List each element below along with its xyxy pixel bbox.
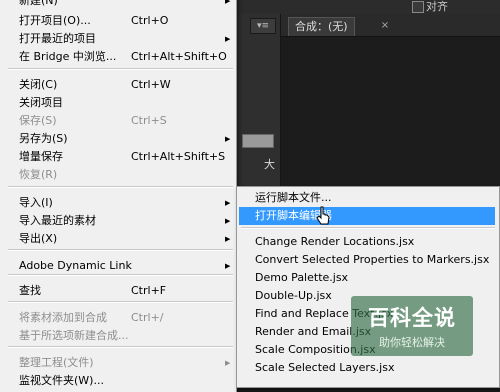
- panel-menu-button[interactable]: ▾≡: [250, 18, 276, 34]
- menu-item-label: 监视文件夹(W)...: [19, 374, 104, 387]
- submenu-arrow-icon: ▶: [225, 135, 231, 143]
- menu-item[interactable]: 将素材添加到合成 Ctrl+/: [0, 309, 236, 327]
- menu-item[interactable]: 恢复(R): [0, 166, 236, 184]
- scripts-submenu: 运行脚本文件... 打开脚本编辑器 Change Render Locations.…: [236, 186, 500, 388]
- submenu-item-label: Change Render Locations.jsx: [255, 235, 415, 248]
- submenu-arrow-icon: ▶: [225, 235, 231, 243]
- menu-item-label: 恢复(R): [19, 168, 58, 181]
- menu-item[interactable]: 关闭项目: [0, 94, 236, 112]
- menu-item[interactable]: 新建(N) ▶: [0, 0, 236, 10]
- tab-composition-label: 合成：(无): [295, 20, 348, 33]
- submenu-item-label: Convert Selected Properties to Markers.j…: [255, 253, 490, 266]
- menu-item[interactable]: 导入(I) ▶: [0, 194, 236, 212]
- menu-item[interactable]: 查找 Ctrl+F: [0, 282, 236, 300]
- menu-separator: [8, 186, 233, 188]
- submenu-arrow-icon: ▶: [225, 359, 231, 367]
- align-label: 对齐: [426, 0, 448, 13]
- submenu-item[interactable]: Change Render Locations.jsx: [237, 233, 499, 251]
- panel-label-char: 大: [264, 158, 275, 171]
- menu-item[interactable]: 导出(X) ▶: [0, 230, 236, 248]
- menu-item-shortcut: Ctrl+Alt+Shift+S: [131, 150, 226, 163]
- menu-item[interactable]: 另存为(S) ▶: [0, 130, 236, 148]
- menu-item-label: 保存(S): [19, 114, 57, 127]
- site-watermark: 百科全说 助你轻松解决: [351, 296, 473, 356]
- menu-item-label: 导入(I): [19, 196, 53, 209]
- menu-item-label: 将素材添加到合成: [19, 311, 107, 324]
- submenu-item[interactable]: Scale Selected Layers.jsx: [237, 359, 499, 377]
- menu-item[interactable]: 导入最近的素材 ▶: [0, 212, 236, 230]
- menu-item-label: 打开最近的项目: [19, 32, 96, 45]
- close-icon[interactable]: ×: [380, 21, 390, 31]
- submenu-arrow-icon: ▶: [225, 35, 231, 43]
- menu-item-label: 关闭项目: [19, 96, 63, 109]
- tools-toolbar: [236, 0, 500, 15]
- menu-item[interactable]: 打开项目(O)... Ctrl+O: [0, 12, 236, 30]
- menu-item-label: 整理工程(文件): [19, 356, 94, 369]
- panel-input-field[interactable]: [242, 134, 274, 148]
- menu-separator: [8, 274, 233, 276]
- menu-item[interactable]: 关闭(C) Ctrl+W: [0, 76, 236, 94]
- menu-item-shortcut: Ctrl+S: [131, 114, 167, 127]
- align-checkbox[interactable]: [412, 1, 424, 13]
- menu-item-shortcut: Ctrl+F: [131, 284, 167, 297]
- submenu-item[interactable]: Demo Palette.jsx: [237, 269, 499, 287]
- menu-item-label: 另存为(S): [19, 132, 68, 145]
- menu-item-label: 查找: [19, 284, 41, 297]
- menu-separator: [8, 249, 233, 251]
- menu-item-shortcut: Ctrl+O: [131, 14, 169, 27]
- menu-item-label: 关闭(C): [19, 78, 58, 91]
- menu-item-label: 在 Bridge 中浏览...: [19, 50, 117, 63]
- menu-separator: [8, 301, 233, 303]
- menu-item-shortcut: Ctrl+/: [131, 311, 164, 324]
- menu-item[interactable]: 基于所选项新建合成...: [0, 327, 236, 345]
- submenu-item[interactable]: 运行脚本文件...: [237, 189, 499, 207]
- menu-item-label: 导出(X): [19, 232, 58, 245]
- submenu-arrow-icon: ▶: [225, 217, 231, 225]
- menu-item-label: Adobe Dynamic Link: [19, 259, 132, 272]
- menu-item-label: 基于所选项新建合成...: [19, 329, 129, 342]
- menu-item-label: 新建(N): [19, 0, 58, 7]
- menu-item-label: 打开项目(O)...: [19, 14, 91, 27]
- submenu-arrow-icon: ▶: [225, 199, 231, 207]
- menu-item-label: 导入最近的素材: [19, 214, 96, 227]
- submenu-item[interactable]: Convert Selected Properties to Markers.j…: [237, 251, 499, 269]
- menu-item[interactable]: 打开最近的项目 ▶: [0, 30, 236, 48]
- submenu-item-label: Demo Palette.jsx: [255, 271, 349, 284]
- menu-item[interactable]: 保存(S) Ctrl+S: [0, 112, 236, 130]
- submenu-item-label: Scale Selected Layers.jsx: [255, 361, 395, 374]
- menu-item[interactable]: 在 Bridge 中浏览... Ctrl+Alt+Shift+O: [0, 48, 236, 66]
- submenu-item-label: Double-Up.jsx: [255, 289, 332, 302]
- watermark-subtitle: 助你轻松解决: [379, 336, 445, 349]
- menu-separator: [8, 68, 233, 70]
- menu-item-shortcut: Ctrl+Alt+Shift+O: [131, 50, 227, 63]
- menu-item[interactable]: 监视文件夹(W)...: [0, 372, 236, 390]
- menu-separator: [8, 346, 233, 348]
- tab-composition[interactable]: 合成：(无): [288, 17, 355, 36]
- menu-item-shortcut: Ctrl+W: [131, 78, 171, 91]
- submenu-item[interactable]: 打开脚本编辑器: [239, 207, 495, 225]
- submenu-arrow-icon: ▶: [225, 262, 231, 270]
- menu-item[interactable]: 增量保存 Ctrl+Alt+Shift+S: [0, 148, 236, 166]
- watermark-title: 百科全说: [368, 306, 456, 330]
- mouse-cursor-icon: [316, 206, 330, 225]
- menu-item[interactable]: Adobe Dynamic Link ▶: [0, 257, 236, 275]
- submenu-item-label: 运行脚本文件...: [255, 191, 332, 204]
- menu-item-label: 增量保存: [19, 150, 63, 163]
- menu-separator: [241, 227, 495, 229]
- submenu-arrow-icon: ▶: [225, 0, 231, 5]
- menu-item[interactable]: 整理工程(文件) ▶: [0, 354, 236, 372]
- file-menu: 新建(N) ▶ 打开项目(O)... Ctrl+O 打开最近的项目 ▶ 在 Bridge 中…: [0, 0, 237, 392]
